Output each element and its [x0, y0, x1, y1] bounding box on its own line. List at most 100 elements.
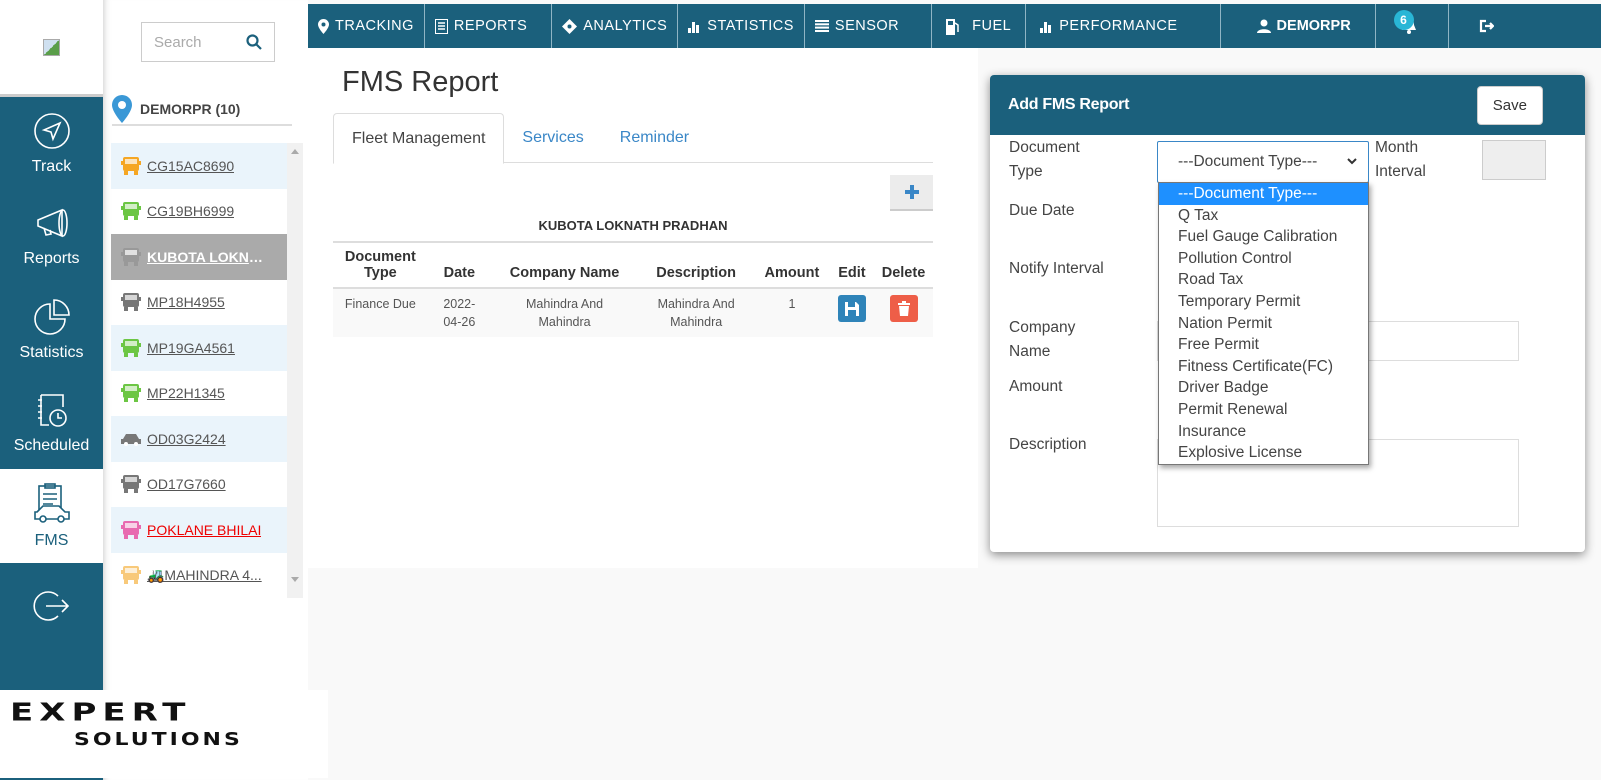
truck-icon	[121, 384, 141, 403]
document-type-value: ---Document Type---	[1178, 153, 1318, 170]
vehicle-name[interactable]: MP18H4955	[147, 294, 225, 310]
brand-line-2: SOLUTIONS	[74, 730, 243, 750]
rail-item-reports[interactable]: Reports	[0, 190, 103, 284]
analytics-diamond-icon	[562, 18, 578, 34]
cell-amount: 1	[754, 288, 830, 337]
logout-icon	[32, 591, 69, 621]
dropdown-option[interactable]: Explosive License	[1159, 442, 1368, 464]
truck-icon	[121, 475, 141, 494]
table-header-row: Document Type Date Company Name Descript…	[333, 242, 933, 289]
nav-notifications[interactable]: 6	[1376, 4, 1449, 48]
nav-fuel[interactable]: FUEL	[932, 4, 1027, 48]
nav-user-menu[interactable]: DEMORPR	[1221, 4, 1376, 48]
vehicle-name[interactable]: OD17G7660	[147, 476, 226, 492]
rail-item-logout[interactable]	[0, 563, 103, 657]
rail-item-fms[interactable]: FMS	[0, 469, 103, 563]
dropdown-option[interactable]: Permit Renewal	[1159, 399, 1368, 421]
vehicle-list-item[interactable]: MP22H1345	[111, 371, 287, 417]
vehicle-list-item[interactable]: POKLANE BHILAI	[111, 507, 287, 553]
dropdown-option[interactable]: Driver Badge	[1159, 377, 1368, 399]
rail-item-scheduled[interactable]: Scheduled	[0, 376, 103, 470]
fms-car-clipboard-icon	[33, 483, 70, 523]
report-tabs: Fleet Management Services Reminder	[333, 113, 933, 164]
tab-reminder[interactable]: Reminder	[602, 113, 707, 163]
pie-chart-icon	[33, 299, 70, 335]
col-delete: Delete	[874, 242, 933, 289]
rail-item-statistics[interactable]: Statistics	[0, 283, 103, 377]
vehicle-name[interactable]: CG19BH6999	[147, 203, 234, 219]
save-button[interactable]: Save	[1476, 85, 1543, 125]
bar-chart-icon	[688, 21, 700, 33]
edit-button[interactable]	[837, 295, 866, 322]
fms-report-table: Document Type Date Company Name Descript…	[333, 241, 933, 337]
vehicle-name[interactable]: MP22H1345	[147, 385, 225, 401]
col-company-name: Company Name	[490, 242, 639, 289]
nav-label: ANALYTICS	[583, 18, 668, 34]
dropdown-option[interactable]: Road Tax	[1159, 269, 1368, 291]
tab-services[interactable]: Services	[504, 113, 601, 163]
tab-fleet-management[interactable]: Fleet Management	[333, 113, 505, 164]
nav-label: SENSOR	[834, 18, 900, 34]
label-document-type: Document Type	[1009, 139, 1080, 180]
dropdown-option[interactable]: Fitness Certificate(FC)	[1159, 356, 1368, 378]
modal-title: Add FMS Report	[1008, 96, 1130, 113]
nav-reports[interactable]: REPORTS	[425, 4, 553, 48]
dropdown-option[interactable]: Q Tax	[1159, 205, 1368, 227]
dropdown-option[interactable]: Pollution Control	[1159, 248, 1368, 270]
nav-performance[interactable]: PERFORMANCE	[1026, 4, 1221, 48]
cell-document-type: Finance Due	[333, 288, 428, 337]
delete-button[interactable]	[889, 295, 918, 322]
cell-delete	[874, 288, 933, 337]
col-edit: Edit	[829, 242, 875, 289]
vehicle-name[interactable]: KUBOTA LOKNA...	[147, 249, 267, 265]
vehicle-group-header[interactable]: DEMORPR (10)	[112, 93, 292, 126]
nav-analytics[interactable]: ANALYTICS	[552, 4, 679, 48]
vehicle-list-item[interactable]: CG15AC8690	[111, 143, 287, 189]
navigation-arrow-icon	[33, 113, 70, 149]
vehicle-list-item[interactable]: MP18H4955	[111, 280, 287, 326]
search-icon[interactable]	[246, 34, 262, 50]
nav-statistics[interactable]: STATISTICS	[678, 4, 805, 48]
vehicle-name[interactable]: POKLANE BHILAI	[147, 522, 261, 538]
list-lines-icon	[814, 20, 829, 32]
vehicle-list-scrollbar[interactable]	[287, 143, 303, 598]
user-icon	[1256, 19, 1271, 33]
vehicle-list-item[interactable]: KUBOTA LOKNA...	[111, 234, 287, 280]
dropdown-option[interactable]: Free Permit	[1159, 334, 1368, 356]
trash-icon	[897, 301, 910, 316]
scroll-down-arrow[interactable]	[291, 577, 299, 582]
dropdown-option[interactable]: Temporary Permit	[1159, 291, 1368, 313]
table-title: KUBOTA LOKNATH PRADHAN	[538, 218, 728, 233]
month-interval-input[interactable]	[1482, 140, 1546, 180]
dropdown-option[interactable]: Insurance	[1159, 421, 1368, 443]
truck-icon	[121, 247, 141, 266]
broken-image-icon	[43, 38, 60, 56]
vehicle-list-item[interactable]: OD03G2424	[111, 416, 287, 462]
vehicle-list-item[interactable]: CG19BH6999	[111, 189, 287, 235]
vehicle-list-item[interactable]: 🚜MAHINDRA 4...	[111, 553, 287, 599]
scroll-up-arrow[interactable]	[291, 149, 299, 154]
modal-header: Add FMS Report Save	[990, 75, 1585, 135]
vehicle-list-item[interactable]: OD17G7660	[111, 462, 287, 508]
vehicle-search[interactable]	[141, 22, 275, 62]
add-report-button[interactable]	[890, 175, 933, 211]
nav-sensor[interactable]: SENSOR	[805, 4, 933, 48]
truck-icon	[121, 566, 141, 585]
document-type-select[interactable]: ---Document Type---	[1157, 141, 1369, 183]
dropdown-option[interactable]: Nation Permit	[1159, 313, 1368, 335]
vehicle-name[interactable]: 🚜MAHINDRA 4...	[147, 567, 262, 584]
document-type-dropdown[interactable]: ---Document Type--- Q Tax Fuel Gauge Calib…	[1158, 182, 1369, 465]
search-input[interactable]	[154, 33, 234, 51]
nav-logout[interactable]	[1449, 4, 1504, 48]
vehicle-name[interactable]: MP19GA4561	[147, 340, 235, 356]
cell-edit	[829, 288, 875, 337]
vehicle-name[interactable]: OD03G2424	[147, 431, 226, 447]
nav-label: STATISTICS	[707, 18, 794, 34]
dropdown-option[interactable]: ---Document Type---	[1159, 183, 1368, 205]
vehicle-list-item[interactable]: MP19GA4561	[111, 325, 287, 371]
top-navigation: TRACKING REPORTS ANALYTICS STATISTICS SE…	[308, 4, 1601, 48]
rail-item-track[interactable]: Track	[0, 97, 103, 191]
nav-tracking[interactable]: TRACKING	[308, 4, 425, 48]
vehicle-name[interactable]: CG15AC8690	[147, 158, 234, 174]
dropdown-option[interactable]: Fuel Gauge Calibration	[1159, 226, 1368, 248]
